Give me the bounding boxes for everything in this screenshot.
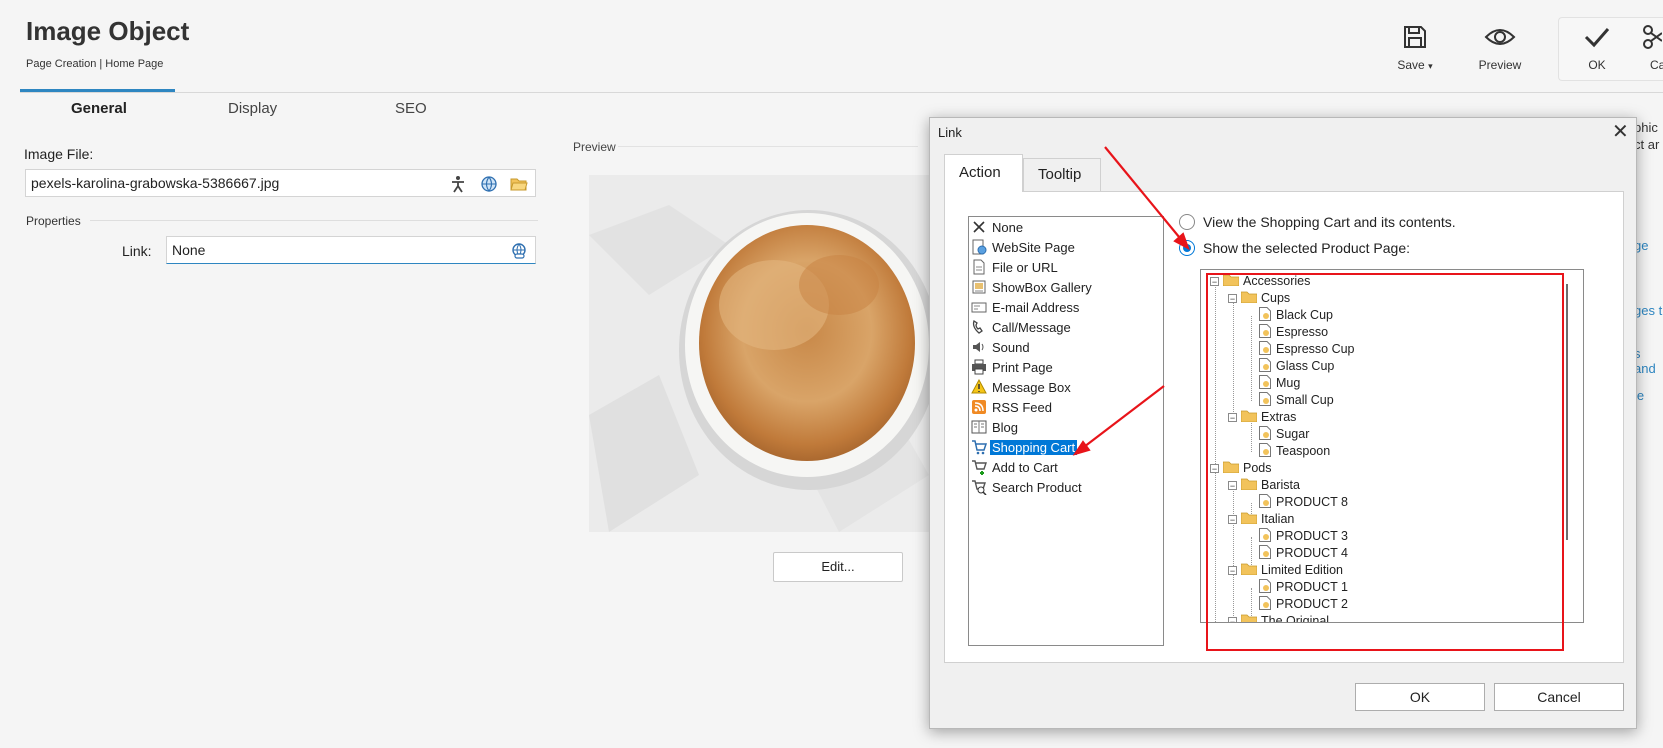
annotation-arrow [1072, 385, 1165, 456]
annotation-arrow [1104, 146, 1190, 251]
tab-action[interactable]: Action [944, 154, 1023, 192]
annotation-arrows [1072, 146, 1190, 456]
